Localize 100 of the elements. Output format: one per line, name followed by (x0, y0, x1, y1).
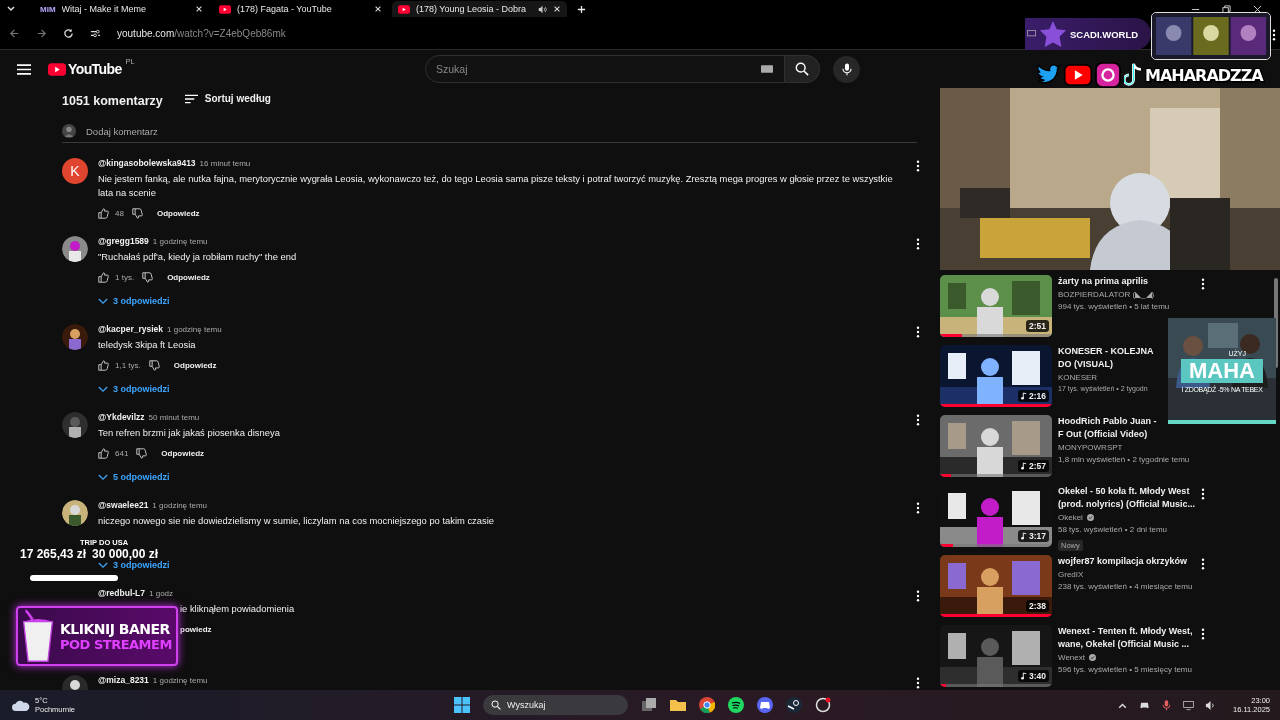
speaker-icon[interactable] (538, 4, 547, 14)
goal-current: 17 265,43 zł (20, 547, 87, 561)
cloud-icon[interactable] (12, 699, 30, 711)
video-title[interactable]: Wenext - Tenten ft. Młody West, wane, Okekel (Official Music ... (1058, 625, 1196, 651)
close-icon[interactable] (195, 5, 203, 13)
thumbs-up-icon[interactable] (98, 447, 109, 459)
search-field[interactable]: Szukaj (425, 55, 785, 83)
video-title[interactable]: Okekel - 50 koła ft. Młody West (prod. nolyrics) (Official Music... (1058, 485, 1196, 511)
avatar[interactable]: K (62, 158, 88, 184)
more-icon[interactable] (916, 502, 920, 514)
comment-time[interactable]: 1 godzinę temu (152, 676, 208, 685)
youtube-logo-icon[interactable] (48, 62, 66, 76)
comment-author[interactable]: @kingasobolewska9413 (98, 158, 196, 168)
site-settings-icon[interactable] (90, 28, 101, 39)
close-icon[interactable] (1253, 4, 1262, 14)
comment-author[interactable]: @redbul-L7 (98, 588, 145, 598)
close-icon[interactable] (553, 5, 561, 13)
reload-icon[interactable] (63, 28, 74, 39)
steam-icon[interactable] (786, 697, 802, 713)
comment-author[interactable]: @gregg1589 (98, 236, 149, 246)
browser-tab[interactable]: (178) Fagata - YouTube (213, 1, 388, 17)
thumbs-down-icon[interactable] (142, 271, 154, 283)
speaker-icon[interactable] (1205, 699, 1216, 711)
video-title[interactable]: KONESER - KOLEJNA DO (VISUAL) (1058, 345, 1158, 371)
video-title[interactable]: wojfer87 kompilacja okrzyków (1058, 555, 1196, 568)
comment-time[interactable]: 1 godz (149, 589, 174, 598)
show-replies-button[interactable]: 3 odpowiedzi (98, 296, 170, 306)
more-icon[interactable] (916, 590, 920, 602)
duration-badge: 2:57 (1018, 460, 1049, 472)
thumbs-up-icon[interactable] (98, 271, 109, 283)
tab-title: Witaj - Make it Meme (61, 4, 148, 14)
comment-author[interactable]: @miza_8231 (98, 675, 149, 685)
comment-text: "Ruchałaś pdf'a, kiedy ja robiłam ruchy" the end (98, 250, 298, 264)
show-replies-button[interactable]: 3 odpowiedzi (98, 384, 170, 394)
new-tab-icon[interactable] (577, 4, 586, 14)
channel-name[interactable]: KONESER (1058, 373, 1098, 382)
folder-icon[interactable] (670, 697, 686, 713)
microphone-icon[interactable] (1161, 699, 1172, 711)
more-icon[interactable] (916, 238, 920, 250)
comment-time[interactable]: 1 godzinę temu (152, 237, 208, 246)
reply-button[interactable]: Odpowiedz (173, 360, 217, 370)
thumbs-up-icon[interactable] (98, 359, 109, 371)
channel-name[interactable]: GredIX (1058, 570, 1084, 579)
chrome-icon[interactable] (699, 697, 715, 713)
comment-time[interactable]: 1 godzinę temu (152, 501, 208, 510)
monitor-icon[interactable] (1183, 699, 1194, 711)
task-view-icon[interactable] (641, 697, 657, 713)
more-icon[interactable] (1201, 558, 1205, 570)
more-icon[interactable] (1201, 278, 1205, 290)
show-replies-button[interactable]: 3 odpowiedzi (98, 560, 170, 570)
close-icon[interactable] (374, 5, 382, 13)
channel-name[interactable]: Wenext (1058, 653, 1085, 662)
channel-name[interactable]: Okekel (1058, 513, 1083, 522)
more-icon[interactable] (916, 326, 920, 338)
video-title[interactable]: HoodRich Pablo Juan - F Out (Official Video) (1058, 415, 1158, 441)
comment-time[interactable]: 1 godzinę temu (167, 325, 222, 334)
thumbs-down-icon[interactable] (131, 207, 143, 219)
search-button[interactable] (785, 55, 820, 83)
more-icon[interactable] (916, 414, 920, 426)
comment-author[interactable]: @swaelee21 (98, 500, 149, 510)
browser-tab[interactable]: (178) Young Leosia - Dobra (392, 1, 567, 17)
video-title[interactable]: żarty na prima aprilis (1058, 275, 1196, 288)
banner-title: KLIKNIJ BANER (60, 620, 171, 637)
channel-name[interactable]: BOZPIERDALATOR (◣_◢) (1058, 290, 1155, 299)
duration-badge: 2:38 (1026, 600, 1049, 612)
thumbs-up-icon[interactable] (98, 207, 109, 219)
show-replies-button[interactable]: 5 odpowiedzi (98, 472, 170, 482)
sort-button[interactable]: Sortuj według (184, 93, 271, 104)
url-text[interactable]: youtube.com/watch?v=Z4ebQeb86mk (117, 28, 286, 39)
youtube-icon (219, 4, 231, 14)
discord-icon[interactable] (757, 697, 773, 713)
reply-button[interactable]: Odpowiedz (156, 208, 200, 218)
more-icon[interactable] (916, 677, 920, 689)
comment-time[interactable]: 50 minut temu (148, 413, 200, 422)
reply-button[interactable]: Odpowiedz (167, 272, 210, 282)
comment-author[interactable]: @kacper_rysiek (98, 324, 163, 334)
browser-tab[interactable]: MIM Witaj - Make it Meme (34, 1, 209, 17)
thumbs-down-icon[interactable] (148, 359, 160, 371)
voice-search-button[interactable] (833, 56, 860, 83)
comment-time[interactable]: 16 minut temu (199, 159, 251, 168)
more-icon[interactable] (916, 160, 920, 172)
more-icon[interactable] (1201, 488, 1205, 500)
more-icon[interactable] (1201, 628, 1205, 640)
tab-list-icon[interactable] (6, 4, 16, 14)
restore-icon[interactable] (1222, 4, 1231, 14)
thumbs-down-icon[interactable] (136, 447, 148, 459)
reply-button[interactable]: Odpowiedz (161, 448, 205, 458)
reply-button[interactable]: powiedz (180, 624, 212, 634)
more-icon (1272, 29, 1276, 41)
logo-text[interactable]: YouTube (68, 61, 122, 77)
taskbar-search[interactable]: Wyszukaj (483, 695, 628, 715)
windows-icon[interactable] (454, 697, 470, 713)
forward-icon[interactable] (36, 28, 47, 39)
comment-author[interactable]: @Ykdevilzz (98, 412, 145, 422)
back-icon[interactable] (9, 28, 20, 39)
app-icon[interactable] (815, 697, 831, 713)
comment-input[interactable]: Dodaj komentarz (86, 125, 917, 137)
channel-name[interactable]: MONYPOWRSPT (1058, 443, 1123, 452)
spotify-icon[interactable] (728, 697, 744, 713)
menu-icon[interactable] (17, 63, 31, 75)
